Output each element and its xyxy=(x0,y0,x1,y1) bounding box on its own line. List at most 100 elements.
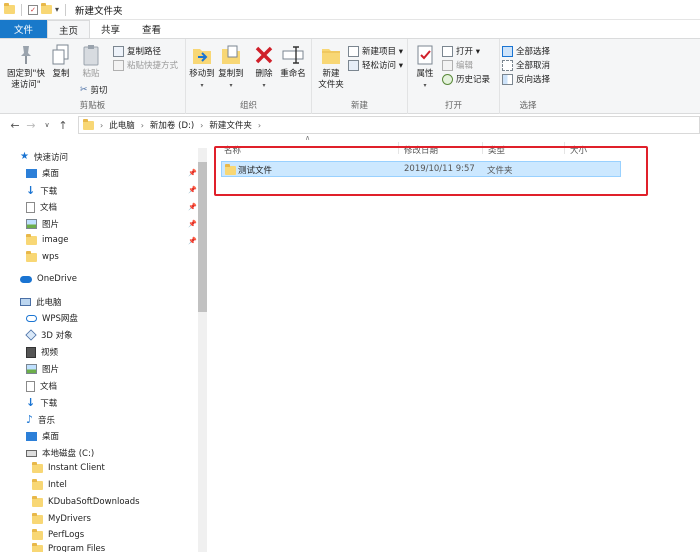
nav-pc-videos[interactable]: 视频 xyxy=(26,346,58,358)
recent-locations-chevron-icon[interactable]: ∨ xyxy=(40,121,54,129)
nav-quick-wps[interactable]: wps xyxy=(26,250,59,262)
pin-to-quick-access-button[interactable]: 固定到"快速访问" xyxy=(4,43,48,91)
chevron-right-icon[interactable]: › xyxy=(200,121,203,130)
pin-icon[interactable]: 📌 xyxy=(188,237,197,245)
rename-label: 重命名 xyxy=(280,69,306,79)
nav-pc-3d-objects[interactable]: 3D 对象 xyxy=(25,329,73,341)
new-folder-icon[interactable] xyxy=(41,3,52,14)
nav-pc-desktop[interactable]: 桌面 xyxy=(26,430,59,442)
new-item-icon xyxy=(348,45,359,57)
copy-button[interactable]: 复制 xyxy=(48,43,74,80)
chevron-right-icon[interactable]: › xyxy=(141,121,144,130)
pin-icon[interactable]: 📌 xyxy=(188,203,197,211)
copy-to-button[interactable]: 复制到 ▾ xyxy=(217,43,245,91)
quick-access-toolbar: ✓ ▾ xyxy=(4,3,69,16)
nav-pc-wps-drive[interactable]: WPS网盘 xyxy=(26,312,78,324)
nav-quick-downloads[interactable]: ↓ 下载 xyxy=(26,184,57,197)
divider xyxy=(65,3,67,16)
nav-quick-image[interactable]: image xyxy=(26,233,68,245)
tab-home[interactable]: 主页 xyxy=(47,20,91,38)
pin-icon[interactable]: 📌 xyxy=(188,169,197,177)
new-folder-button[interactable]: 新建 文件夹 xyxy=(316,43,346,91)
tab-share[interactable]: 共享 xyxy=(90,20,131,38)
back-arrow-icon[interactable]: ← xyxy=(8,119,22,132)
nav-quick-documents[interactable]: 文档 xyxy=(26,201,57,213)
nav-pc-pictures[interactable]: 图片 xyxy=(26,363,59,375)
nav-disk-program-files[interactable]: Program Files xyxy=(32,542,105,552)
nav-quick-desktop[interactable]: 桌面 xyxy=(26,167,59,179)
nav-label: KDubaSoftDownloads xyxy=(48,497,140,507)
nav-disk-mydrivers[interactable]: MyDrivers xyxy=(32,512,91,524)
chevron-right-icon[interactable]: › xyxy=(100,121,103,130)
nav-onedrive[interactable]: OneDrive xyxy=(20,274,77,284)
up-arrow-icon[interactable]: ↑ xyxy=(56,119,70,132)
nav-label: PerfLogs xyxy=(48,530,85,540)
open-icon xyxy=(442,45,453,57)
tab-file[interactable]: 文件 xyxy=(0,20,48,38)
cut-button[interactable]: ✂ 剪切 xyxy=(80,84,108,96)
paste-button[interactable]: 粘贴 xyxy=(78,43,104,80)
highlight-annotation xyxy=(214,146,648,196)
nav-disk-intel[interactable]: Intel xyxy=(32,478,67,490)
breadcrumb[interactable]: › 此电脑 › 新加卷 (D:) › 新建文件夹 › xyxy=(78,116,700,134)
forward-arrow-icon[interactable]: → xyxy=(24,119,38,132)
history-button[interactable]: 历史记录 xyxy=(442,73,490,85)
properties-label: 属性 xyxy=(416,69,434,79)
pin-icon[interactable]: 📌 xyxy=(188,220,197,228)
history-icon xyxy=(442,73,453,85)
select-none-button[interactable]: 全部取消 xyxy=(502,59,550,71)
copy-to-label: 复制到 xyxy=(218,69,244,79)
chevron-right-icon[interactable]: › xyxy=(258,121,261,130)
download-arrow-icon: ↓ xyxy=(26,184,36,197)
nav-this-pc[interactable]: 此电脑 xyxy=(20,296,62,308)
delete-label: 删除 xyxy=(255,69,273,79)
nav-label: 3D 对象 xyxy=(41,331,73,341)
properties-check-icon[interactable]: ✓ xyxy=(28,4,38,15)
select-all-button[interactable]: 全部选择 xyxy=(502,45,550,57)
customize-toolbar-icon[interactable]: ▾ xyxy=(55,5,59,14)
nav-scrollbar[interactable] xyxy=(198,148,207,552)
nav-quick-pictures[interactable]: 图片 xyxy=(26,218,59,230)
new-item-label: 新建项目 ▾ xyxy=(362,47,403,57)
folder-icon xyxy=(83,118,94,130)
breadcrumb-this-pc[interactable]: 此电脑 xyxy=(109,119,135,131)
new-item-button[interactable]: 新建项目 ▾ xyxy=(348,45,403,57)
nav-pc-music[interactable]: ♪ 音乐 xyxy=(26,413,55,426)
nav-quick-access[interactable]: ★ 快速访问 xyxy=(20,151,68,164)
pin-icon[interactable]: 📌 xyxy=(188,186,197,194)
folder-icon xyxy=(32,478,43,490)
folder-icon xyxy=(26,233,37,245)
paste-shortcut-button[interactable]: 粘贴快捷方式 xyxy=(113,59,178,71)
breadcrumb-new-folder[interactable]: 新建文件夹 xyxy=(209,119,252,131)
document-icon xyxy=(26,380,35,392)
invert-selection-button[interactable]: 反向选择 xyxy=(502,73,550,85)
properties-icon xyxy=(413,43,437,67)
delete-button[interactable]: 删除 ▾ xyxy=(252,43,276,91)
rename-button[interactable]: 重命名 xyxy=(278,43,308,80)
easy-access-button[interactable]: 轻松访问 ▾ xyxy=(348,59,403,71)
edit-button[interactable]: 编辑 xyxy=(442,59,473,71)
tab-view[interactable]: 查看 xyxy=(131,20,172,38)
nav-local-disk-c[interactable]: 本地磁盘 (C:) xyxy=(26,447,94,459)
cloud-icon xyxy=(20,275,32,283)
clipboard-group-label: 剪贴板 xyxy=(79,101,106,111)
nav-disk-instant-client[interactable]: Instant Client xyxy=(32,461,105,473)
copy-label: 复制 xyxy=(52,69,70,79)
nav-label: 桌面 xyxy=(42,432,60,442)
nav-pc-downloads[interactable]: ↓ 下载 xyxy=(26,396,57,409)
sort-chevron-up-icon[interactable]: ∧ xyxy=(305,134,310,142)
move-to-button[interactable]: 移动到 ▾ xyxy=(188,43,216,91)
scrollbar-thumb[interactable] xyxy=(198,162,207,312)
properties-button[interactable]: 属性 ▾ xyxy=(412,43,438,91)
copy-path-button[interactable]: 复制路径 xyxy=(113,45,161,57)
nav-disk-perflogs[interactable]: PerfLogs xyxy=(32,528,85,540)
chevron-down-icon: ▾ xyxy=(229,82,233,89)
nav-pc-documents[interactable]: 文档 xyxy=(26,380,57,392)
open-button[interactable]: 打开 ▾ xyxy=(442,45,480,57)
history-label: 历史记录 xyxy=(456,75,491,85)
select-none-label: 全部取消 xyxy=(516,61,551,71)
open-group: 属性 ▾ 打开 ▾ 编辑 历史记录 打开 xyxy=(408,39,500,114)
paste-shortcut-icon xyxy=(113,59,124,71)
breadcrumb-drive-d[interactable]: 新加卷 (D:) xyxy=(150,119,194,131)
nav-disk-kduba[interactable]: KDubaSoftDownloads xyxy=(32,495,140,507)
